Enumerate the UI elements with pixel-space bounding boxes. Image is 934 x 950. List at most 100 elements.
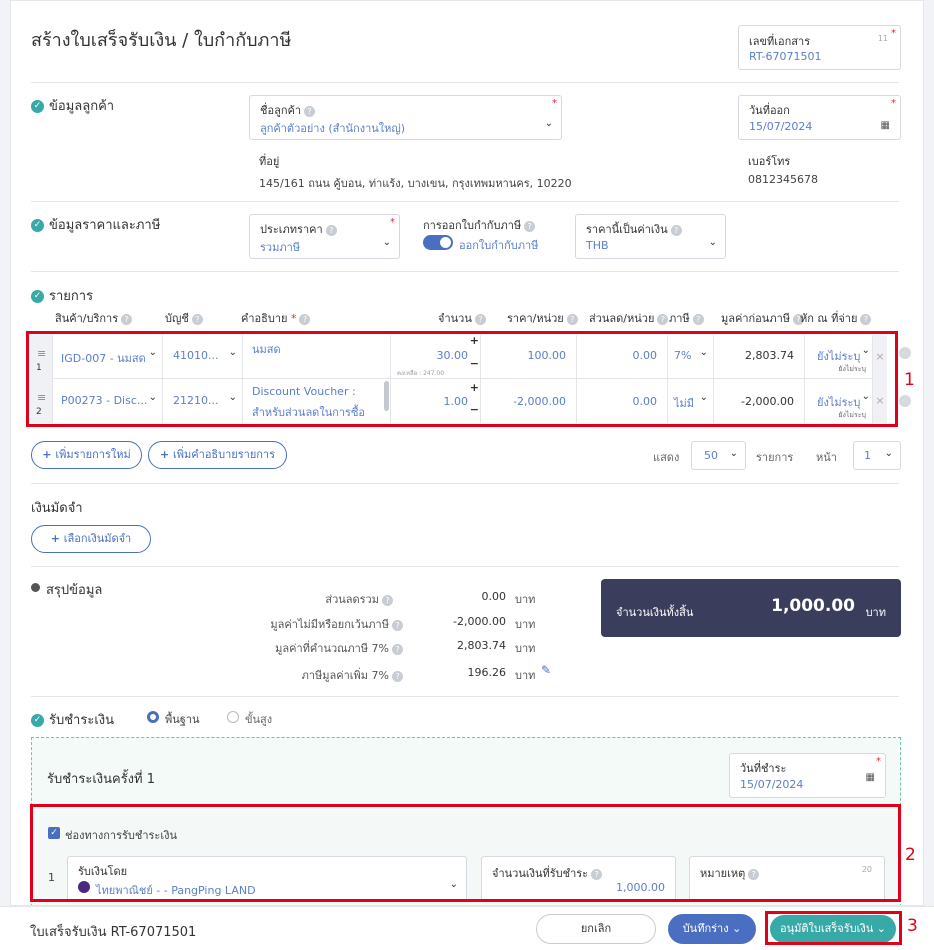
currency-label: ราคานี้เป็นค่าเงิน: [586, 223, 668, 236]
customer-section-title: ✓ ข้อมูลลูกค้า: [31, 95, 114, 116]
items-section-title: ✓ รายการ: [31, 285, 93, 306]
customer-select[interactable]: ชื่อลูกค้า? * ลูกค้าตัวอย่าง (สำนักงานให…: [249, 95, 562, 140]
check-icon: ✓: [31, 219, 44, 232]
summary-label: ส่วนลดรวม?: [325, 590, 393, 608]
chevron-down-icon: ⌄: [729, 448, 738, 459]
col-account: บัญชี: [165, 312, 189, 325]
deposit-section-title: เงินมัดจำ: [31, 501, 83, 516]
show-label: แสดง: [653, 451, 680, 464]
check-icon: ✓: [31, 714, 44, 727]
chevron-down-icon: ⌄: [708, 237, 717, 248]
add-description-button[interactable]: + เพิ่มคำอธิบายรายการ: [148, 441, 287, 469]
footer-doc-name: ใบเสร็จรับเงิน RT-67071501: [30, 925, 197, 940]
price-type-value: รวมภาษี: [260, 241, 301, 254]
add-item-button[interactable]: + เพิ่มรายการใหม่: [31, 441, 142, 469]
page-select[interactable]: 1 ⌄: [853, 441, 901, 470]
col-tax: ภาษี: [669, 312, 690, 325]
summary-unit: บาท: [515, 593, 536, 606]
tax-invoice-label: การออกใบกำกับภาษี: [423, 219, 522, 232]
doc-number-field[interactable]: เลขที่เอกสาร 11 * RT-67071501: [738, 25, 901, 70]
col-discount: ส่วนลด/หน่วย: [589, 312, 655, 325]
payment-date-field[interactable]: วันที่ชำระ * 15/07/2024 ▦: [729, 753, 886, 798]
help-icon: ?: [524, 220, 536, 232]
total-unit: บาท: [865, 606, 886, 619]
col-desc: คำอธิบาย: [241, 312, 288, 325]
pencil-icon[interactable]: ✎: [541, 663, 551, 677]
doc-number-value: RT-67071501: [749, 50, 822, 63]
radio-advanced-label: ขั้นสูง: [245, 713, 273, 726]
summary-value: 196.26: [467, 666, 507, 679]
address-value: 145/161 ถนน คู้บอน, ท่าแร้ง, บางเขน, กรุ…: [259, 177, 572, 190]
issue-date-value: 15/07/2024: [749, 120, 813, 133]
total-label: จำนวนเงินทั้งสิ้น: [616, 606, 694, 619]
bullet-icon: [31, 583, 40, 592]
payment-date-label: วันที่ชำระ: [740, 762, 787, 775]
history-icon[interactable]: [899, 347, 911, 359]
currency-select[interactable]: ราคานี้เป็นค่าเงิน? THB ⌄: [575, 214, 726, 259]
cancel-button[interactable]: ยกเลิก: [536, 914, 656, 944]
save-draft-button[interactable]: บันทึกร่าง ⌄: [668, 914, 756, 944]
tax-invoice-toggle[interactable]: [423, 235, 453, 250]
check-icon: ✓: [31, 290, 44, 303]
summary-value: 2,803.74: [457, 639, 506, 652]
summary-value: -2,000.00: [453, 615, 506, 628]
chevron-down-icon: ⌄: [884, 448, 893, 459]
col-price: ราคา/หน่วย: [507, 312, 564, 325]
document-form: สร้างใบเสร็จรับเงิน / ใบกำกับภาษี เลขที่…: [10, 0, 924, 906]
customer-name-label: ชื่อลูกค้า: [260, 104, 302, 117]
select-deposit-button[interactable]: + เลือกเงินมัดจำ: [31, 525, 151, 553]
highlight-box-payment: [30, 804, 901, 902]
chevron-down-icon: ⌄: [382, 237, 391, 248]
page-size-select[interactable]: 50 ⌄: [691, 441, 746, 470]
doc-number-count: 11: [877, 34, 888, 43]
summary-unit: บาท: [515, 669, 536, 682]
chevron-down-icon: ⌄: [544, 118, 553, 129]
col-qty: จำนวน: [438, 312, 472, 325]
col-pretax: มูลค่าก่อนภาษี: [721, 312, 790, 325]
summary-value: 0.00: [481, 590, 507, 603]
issue-date-label: วันที่ออก: [749, 104, 790, 117]
payment-round-title: รับชำระเงินครั้งที่ 1: [47, 772, 155, 787]
check-icon: ✓: [31, 100, 44, 113]
address-label: ที่อยู่: [259, 155, 280, 168]
total-box: จำนวนเงินทั้งสิ้น 1,000.00 บาท: [601, 579, 901, 637]
help-icon: ?: [304, 105, 316, 117]
summary-unit: บาท: [515, 618, 536, 631]
currency-value: THB: [586, 239, 609, 252]
customer-name-value: ลูกค้าตัวอย่าง (สำนักงานใหญ่): [260, 122, 406, 135]
chevron-down-icon: ⌄: [732, 922, 742, 935]
highlight-box-items: [26, 331, 898, 427]
summary-label: มูลค่าไม่มีหรือยกเว้นภาษี?: [270, 615, 403, 633]
doc-number-label: เลขที่เอกสาร: [749, 35, 811, 48]
radio-advanced[interactable]: [227, 711, 239, 723]
summary-label: ภาษีมูลค่าเพิ่ม 7%?: [302, 666, 403, 684]
summary-section-title: สรุปข้อมูล: [31, 579, 102, 600]
items-label: รายการ: [756, 451, 794, 464]
radio-basic-label: พื้นฐาน: [165, 713, 200, 726]
price-type-select[interactable]: ประเภทราคา? * รวมภาษี ⌄: [249, 214, 400, 259]
pricing-section-title: ✓ ข้อมูลราคาและภาษี: [31, 214, 160, 235]
marker-2: 2: [905, 845, 916, 865]
total-value: 1,000.00: [771, 596, 855, 616]
summary-label: มูลค่าที่คำนวณภาษี 7%?: [275, 639, 403, 657]
issue-date-field[interactable]: วันที่ออก * 15/07/2024 ▦: [738, 95, 901, 140]
price-type-label: ประเภทราคา: [260, 223, 323, 236]
help-icon: ?: [670, 224, 682, 236]
summary-unit: บาท: [515, 642, 536, 655]
calendar-icon[interactable]: ▦: [866, 772, 875, 783]
phone-label: เบอร์โทร: [748, 155, 791, 168]
history-icon[interactable]: [899, 395, 911, 407]
required-mark: *: [891, 28, 896, 39]
payment-date-value: 15/07/2024: [740, 778, 804, 791]
col-product: สินค้า/บริการ: [55, 312, 119, 325]
calendar-icon[interactable]: ▦: [881, 120, 890, 131]
phone-value: 0812345678: [748, 173, 818, 186]
marker-1: 1: [904, 370, 915, 390]
marker-3: 3: [907, 916, 918, 936]
payment-section-title: ✓ รับชำระเงิน: [31, 709, 114, 730]
col-wht: หัก ณ ที่จ่าย: [800, 312, 858, 325]
help-icon: ?: [325, 224, 337, 236]
page-label: หน้า: [816, 451, 837, 464]
page-title: สร้างใบเสร็จรับเงิน / ใบกำกับภาษี: [31, 30, 292, 51]
radio-basic[interactable]: [147, 711, 159, 723]
